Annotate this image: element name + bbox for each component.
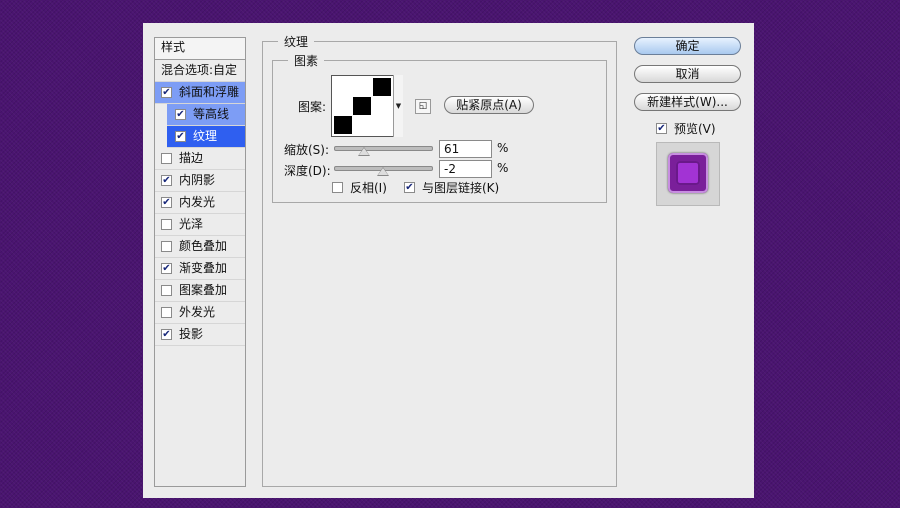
style-item-satin[interactable]: 光泽 xyxy=(155,214,245,236)
style-item-inner-shadow[interactable]: 内阴影 xyxy=(155,170,245,192)
pattern-overlay-label: 图案叠加 xyxy=(179,283,228,297)
style-item-bevel-emboss[interactable]: 斜面和浮雕 xyxy=(155,82,245,104)
cancel-button[interactable]: 取消 xyxy=(634,65,741,83)
contour-label: 等高线 xyxy=(193,107,230,121)
styles-header[interactable]: 样式 xyxy=(155,38,245,60)
style-item-gradient-overlay[interactable]: 渐变叠加 xyxy=(155,258,245,280)
pattern-overlay-checkbox[interactable] xyxy=(161,285,172,296)
depth-slider-thumb[interactable] xyxy=(377,167,389,176)
pattern-square-3 xyxy=(334,116,352,134)
gradient-overlay-checkbox[interactable] xyxy=(161,263,172,274)
preview-inner-shape xyxy=(676,161,700,185)
outer-glow-checkbox[interactable] xyxy=(161,307,172,318)
blending-options-label: 混合选项:自定 xyxy=(161,63,238,77)
scale-label: 缩放(S): xyxy=(284,143,330,157)
style-item-color-overlay[interactable]: 颜色叠加 xyxy=(155,236,245,258)
style-item-stroke[interactable]: 描边 xyxy=(155,148,245,170)
preview-option[interactable]: 预览(V) xyxy=(656,120,716,137)
style-item-drop-shadow[interactable]: 投影 xyxy=(155,324,245,346)
inner-glow-checkbox[interactable] xyxy=(161,197,172,208)
style-preview-thumbnail xyxy=(656,142,720,206)
depth-input[interactable]: -2 xyxy=(439,160,492,178)
satin-checkbox[interactable] xyxy=(161,219,172,230)
texture-group-title: 纹理 xyxy=(278,33,315,50)
preview-button-shape xyxy=(668,153,708,193)
stroke-checkbox[interactable] xyxy=(161,153,172,164)
pattern-square-2 xyxy=(353,97,371,115)
stroke-label: 描边 xyxy=(179,151,204,165)
pattern-square-1 xyxy=(373,78,391,96)
ok-button[interactable]: 确定 xyxy=(634,37,741,55)
scale-input[interactable]: 61 xyxy=(439,140,492,158)
create-preset-icon[interactable]: ◱ xyxy=(415,99,431,114)
preview-checkbox[interactable] xyxy=(656,123,667,134)
style-item-inner-glow[interactable]: 内发光 xyxy=(155,192,245,214)
scale-percent: % xyxy=(497,141,509,155)
inner-shadow-checkbox[interactable] xyxy=(161,175,172,186)
pattern-label: 图案: xyxy=(298,100,327,114)
color-overlay-label: 颜色叠加 xyxy=(179,239,228,253)
pattern-dropdown-arrow[interactable]: ▼ xyxy=(393,75,403,137)
texture-checkbox[interactable] xyxy=(175,131,186,142)
pattern-elements-title: 图素 xyxy=(288,52,325,69)
bevel-emboss-checkbox[interactable] xyxy=(161,87,172,98)
preview-label: 预览(V) xyxy=(674,122,716,136)
layer-style-dialog: 样式 混合选项:自定 斜面和浮雕 等高线 纹理 描边 内阴影 内发光 xyxy=(143,23,754,498)
color-overlay-checkbox[interactable] xyxy=(161,241,172,252)
style-item-texture[interactable]: 纹理 xyxy=(167,126,245,148)
texture-label: 纹理 xyxy=(193,129,218,143)
depth-label: 深度(D): xyxy=(284,164,331,178)
drop-shadow-label: 投影 xyxy=(179,327,204,341)
invert-label: 反相(I) xyxy=(350,181,387,195)
scale-slider-track[interactable] xyxy=(334,146,433,151)
scale-slider-thumb[interactable] xyxy=(358,147,370,156)
link-layer-checkbox[interactable] xyxy=(404,182,415,193)
inner-shadow-label: 内阴影 xyxy=(179,173,216,187)
blending-options-item[interactable]: 混合选项:自定 xyxy=(155,60,245,82)
drop-shadow-checkbox[interactable] xyxy=(161,329,172,340)
style-item-contour[interactable]: 等高线 xyxy=(167,104,245,126)
contour-checkbox[interactable] xyxy=(175,109,186,120)
depth-percent: % xyxy=(497,161,509,175)
style-item-outer-glow[interactable]: 外发光 xyxy=(155,302,245,324)
link-layer-label: 与图层链接(K) xyxy=(422,181,500,195)
link-layer-option[interactable]: 与图层链接(K) xyxy=(404,179,499,196)
inner-glow-label: 内发光 xyxy=(179,195,216,209)
invert-option[interactable]: 反相(I) xyxy=(332,179,387,196)
style-list-panel: 样式 混合选项:自定 斜面和浮雕 等高线 纹理 描边 内阴影 内发光 xyxy=(154,37,246,487)
invert-checkbox[interactable] xyxy=(332,182,343,193)
style-item-pattern-overlay[interactable]: 图案叠加 xyxy=(155,280,245,302)
bevel-emboss-label: 斜面和浮雕 xyxy=(179,85,240,99)
snap-to-origin-button[interactable]: 贴紧原点(A) xyxy=(444,96,534,114)
satin-label: 光泽 xyxy=(179,217,204,231)
outer-glow-label: 外发光 xyxy=(179,305,216,319)
new-style-button[interactable]: 新建样式(W)... xyxy=(634,93,741,111)
gradient-overlay-label: 渐变叠加 xyxy=(179,261,228,275)
